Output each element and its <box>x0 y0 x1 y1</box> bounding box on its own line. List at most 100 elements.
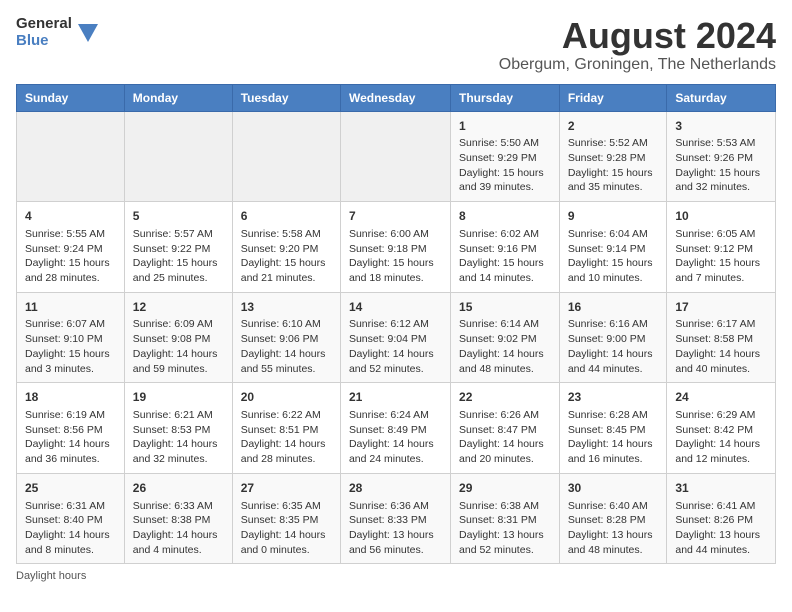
calendar-cell: 8 Sunrise: 6:02 AM Sunset: 9:16 PM Daylig… <box>451 202 560 293</box>
logo-general-text: General <box>16 16 72 33</box>
day-info: Sunrise: 6:07 AM Sunset: 9:10 PM Dayligh… <box>25 317 116 376</box>
calendar-cell <box>232 111 340 202</box>
day-number: 21 <box>349 389 442 406</box>
day-info: Sunrise: 6:09 AM Sunset: 9:08 PM Dayligh… <box>133 317 224 376</box>
page-header: General Blue August 2024 Obergum, Gronin… <box>16 16 776 74</box>
day-number: 29 <box>459 480 551 497</box>
calendar-cell: 12Sunrise: 6:09 AM Sunset: 9:08 PM Dayli… <box>124 292 232 383</box>
day-number: 28 <box>349 480 442 497</box>
calendar-cell: 7 Sunrise: 6:00 AM Sunset: 9:18 PM Daylig… <box>340 202 450 293</box>
calendar-cell: 24 Sunrise: 6:29 AM Sunset: 8:42 PM Dayli… <box>667 383 776 474</box>
calendar-row: 1Sunrise: 5:50 AM Sunset: 9:29 PM Daylig… <box>17 111 776 202</box>
day-info: Sunrise: 6:02 AM Sunset: 9:16 PM Dayligh… <box>459 227 551 286</box>
day-number: 4 <box>25 208 116 225</box>
day-info: Sunrise: 6:14 AM Sunset: 9:02 PM Dayligh… <box>459 317 551 376</box>
calendar-cell: 14Sunrise: 6:12 AM Sunset: 9:04 PM Dayli… <box>340 292 450 383</box>
day-info: Sunrise: 6:29 AM Sunset: 8:42 PM Dayligh… <box>675 408 767 467</box>
day-info: Sunrise: 6:19 AM Sunset: 8:56 PM Dayligh… <box>25 408 116 467</box>
day-number: 18 <box>25 389 116 406</box>
day-info: Sunrise: 6:12 AM Sunset: 9:04 PM Dayligh… <box>349 317 442 376</box>
day-info: Sunrise: 6:41 AM Sunset: 8:26 PM Dayligh… <box>675 499 767 558</box>
day-info: Sunrise: 5:50 AM Sunset: 9:29 PM Dayligh… <box>459 136 551 195</box>
day-number: 31 <box>675 480 767 497</box>
day-info: Sunrise: 5:53 AM Sunset: 9:26 PM Dayligh… <box>675 136 767 195</box>
day-number: 2 <box>568 118 659 135</box>
day-header: Tuesday <box>232 84 340 111</box>
day-number: 12 <box>133 299 224 316</box>
day-number: 10 <box>675 208 767 225</box>
day-number: 1 <box>459 118 551 135</box>
day-number: 11 <box>25 299 116 316</box>
calendar-cell: 1Sunrise: 5:50 AM Sunset: 9:29 PM Daylig… <box>451 111 560 202</box>
footer-note: Daylight hours <box>16 570 776 582</box>
calendar-cell <box>340 111 450 202</box>
day-number: 17 <box>675 299 767 316</box>
calendar-cell: 31 Sunrise: 6:41 AM Sunset: 8:26 PM Dayli… <box>667 473 776 564</box>
location-title: Obergum, Groningen, The Netherlands <box>499 56 776 74</box>
day-number: 30 <box>568 480 659 497</box>
calendar-cell: 18 Sunrise: 6:19 AM Sunset: 8:56 PM Dayli… <box>17 383 125 474</box>
day-number: 16 <box>568 299 659 316</box>
day-number: 5 <box>133 208 224 225</box>
day-info: Sunrise: 6:26 AM Sunset: 8:47 PM Dayligh… <box>459 408 551 467</box>
calendar-cell: 10 Sunrise: 6:05 AM Sunset: 9:12 PM Dayli… <box>667 202 776 293</box>
day-info: Sunrise: 6:38 AM Sunset: 8:31 PM Dayligh… <box>459 499 551 558</box>
day-info: Sunrise: 6:33 AM Sunset: 8:38 PM Dayligh… <box>133 499 224 558</box>
title-block: August 2024 Obergum, Groningen, The Neth… <box>499 16 776 74</box>
day-number: 8 <box>459 208 551 225</box>
logo-blue-text: Blue <box>16 33 72 50</box>
day-info: Sunrise: 6:05 AM Sunset: 9:12 PM Dayligh… <box>675 227 767 286</box>
calendar-cell: 16Sunrise: 6:16 AM Sunset: 9:00 PM Dayli… <box>559 292 667 383</box>
day-info: Sunrise: 6:31 AM Sunset: 8:40 PM Dayligh… <box>25 499 116 558</box>
calendar-cell: 19 Sunrise: 6:21 AM Sunset: 8:53 PM Dayli… <box>124 383 232 474</box>
calendar-cell: 27Sunrise: 6:35 AM Sunset: 8:35 PM Dayli… <box>232 473 340 564</box>
day-number: 15 <box>459 299 551 316</box>
day-info: Sunrise: 5:58 AM Sunset: 9:20 PM Dayligh… <box>241 227 332 286</box>
day-info: Sunrise: 6:35 AM Sunset: 8:35 PM Dayligh… <box>241 499 332 558</box>
calendar-cell: 29 Sunrise: 6:38 AM Sunset: 8:31 PM Dayli… <box>451 473 560 564</box>
calendar-cell: 2Sunrise: 5:52 AM Sunset: 9:28 PM Daylig… <box>559 111 667 202</box>
calendar-cell: 23 Sunrise: 6:28 AM Sunset: 8:45 PM Dayli… <box>559 383 667 474</box>
day-header: Thursday <box>451 84 560 111</box>
day-header: Saturday <box>667 84 776 111</box>
calendar-row: 25Sunrise: 6:31 AM Sunset: 8:40 PM Dayli… <box>17 473 776 564</box>
day-info: Sunrise: 6:22 AM Sunset: 8:51 PM Dayligh… <box>241 408 332 467</box>
day-number: 13 <box>241 299 332 316</box>
calendar-table: SundayMondayTuesdayWednesdayThursdayFrid… <box>16 84 776 565</box>
calendar-cell: 9Sunrise: 6:04 AM Sunset: 9:14 PM Daylig… <box>559 202 667 293</box>
calendar-row: 18 Sunrise: 6:19 AM Sunset: 8:56 PM Dayli… <box>17 383 776 474</box>
day-number: 23 <box>568 389 659 406</box>
days-header-row: SundayMondayTuesdayWednesdayThursdayFrid… <box>17 84 776 111</box>
calendar-cell: 25Sunrise: 6:31 AM Sunset: 8:40 PM Dayli… <box>17 473 125 564</box>
day-number: 19 <box>133 389 224 406</box>
day-header: Wednesday <box>340 84 450 111</box>
month-title: August 2024 <box>499 16 776 56</box>
day-number: 24 <box>675 389 767 406</box>
day-info: Sunrise: 5:57 AM Sunset: 9:22 PM Dayligh… <box>133 227 224 286</box>
calendar-cell: 15Sunrise: 6:14 AM Sunset: 9:02 PM Dayli… <box>451 292 560 383</box>
calendar-cell: 22Sunrise: 6:26 AM Sunset: 8:47 PM Dayli… <box>451 383 560 474</box>
logo-arrow-icon <box>78 24 98 44</box>
calendar-cell: 13Sunrise: 6:10 AM Sunset: 9:06 PM Dayli… <box>232 292 340 383</box>
logo: General Blue <box>16 16 98 49</box>
day-number: 7 <box>349 208 442 225</box>
calendar-cell: 4 Sunrise: 5:55 AM Sunset: 9:24 PM Daylig… <box>17 202 125 293</box>
day-number: 6 <box>241 208 332 225</box>
day-info: Sunrise: 6:10 AM Sunset: 9:06 PM Dayligh… <box>241 317 332 376</box>
day-info: Sunrise: 6:21 AM Sunset: 8:53 PM Dayligh… <box>133 408 224 467</box>
day-info: Sunrise: 5:55 AM Sunset: 9:24 PM Dayligh… <box>25 227 116 286</box>
day-number: 26 <box>133 480 224 497</box>
day-header: Sunday <box>17 84 125 111</box>
calendar-row: 4 Sunrise: 5:55 AM Sunset: 9:24 PM Daylig… <box>17 202 776 293</box>
calendar-cell: 28Sunrise: 6:36 AM Sunset: 8:33 PM Dayli… <box>340 473 450 564</box>
day-info: Sunrise: 6:28 AM Sunset: 8:45 PM Dayligh… <box>568 408 659 467</box>
calendar-cell: 5 Sunrise: 5:57 AM Sunset: 9:22 PM Daylig… <box>124 202 232 293</box>
day-number: 20 <box>241 389 332 406</box>
day-info: Sunrise: 6:00 AM Sunset: 9:18 PM Dayligh… <box>349 227 442 286</box>
day-info: Sunrise: 5:52 AM Sunset: 9:28 PM Dayligh… <box>568 136 659 195</box>
day-header: Friday <box>559 84 667 111</box>
day-number: 9 <box>568 208 659 225</box>
calendar-cell: 6 Sunrise: 5:58 AM Sunset: 9:20 PM Daylig… <box>232 202 340 293</box>
calendar-cell: 17Sunrise: 6:17 AM Sunset: 8:58 PM Dayli… <box>667 292 776 383</box>
calendar-cell: 3Sunrise: 5:53 AM Sunset: 9:26 PM Daylig… <box>667 111 776 202</box>
